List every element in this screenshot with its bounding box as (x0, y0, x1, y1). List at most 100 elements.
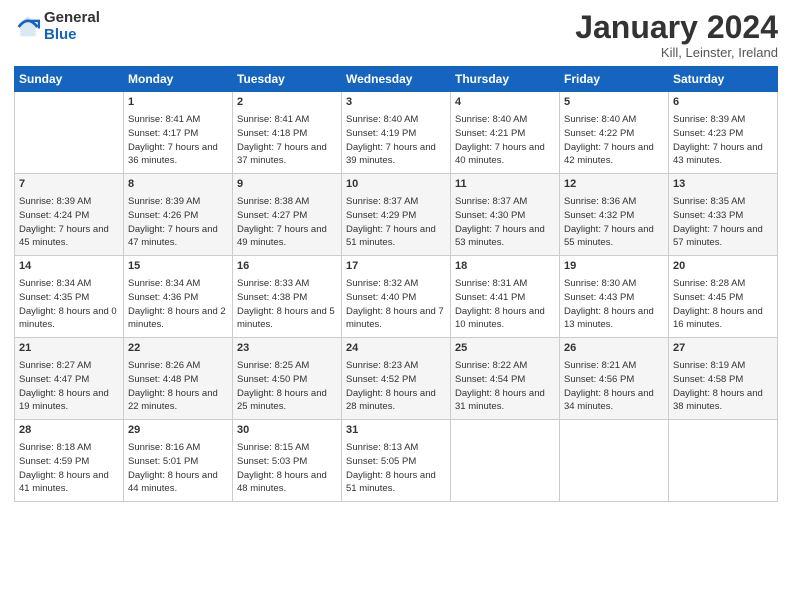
cell-content: 8Sunrise: 8:39 AMSunset: 4:26 PMDaylight… (128, 177, 228, 250)
calendar-cell: 13Sunrise: 8:35 AMSunset: 4:33 PMDayligh… (669, 174, 778, 256)
sunrise-text: Sunrise: 8:40 AM (346, 114, 418, 125)
cell-content: 15Sunrise: 8:34 AMSunset: 4:36 PMDayligh… (128, 259, 228, 332)
day-number: 11 (455, 177, 555, 193)
sunrise-text: Sunrise: 8:37 AM (455, 196, 527, 207)
sunset-text: Sunset: 4:21 PM (455, 128, 525, 139)
sunset-text: Sunset: 4:33 PM (673, 210, 743, 221)
header-cell-thursday: Thursday (451, 67, 560, 92)
sunset-text: Sunset: 4:40 PM (346, 292, 416, 303)
daylight-text: Daylight: 7 hours and 47 minutes. (128, 224, 218, 249)
sunset-text: Sunset: 4:54 PM (455, 374, 525, 385)
sunrise-text: Sunrise: 8:30 AM (564, 278, 636, 289)
daylight-text: Daylight: 8 hours and 48 minutes. (237, 470, 327, 495)
calendar-body: 1Sunrise: 8:41 AMSunset: 4:17 PMDaylight… (15, 92, 778, 502)
sunset-text: Sunset: 4:45 PM (673, 292, 743, 303)
daylight-text: Daylight: 7 hours and 43 minutes. (673, 142, 763, 167)
calendar-cell: 17Sunrise: 8:32 AMSunset: 4:40 PMDayligh… (342, 256, 451, 338)
day-number: 7 (19, 177, 119, 193)
daylight-text: Daylight: 7 hours and 42 minutes. (564, 142, 654, 167)
sunrise-text: Sunrise: 8:22 AM (455, 360, 527, 371)
daylight-text: Daylight: 8 hours and 28 minutes. (346, 388, 436, 413)
sunrise-text: Sunrise: 8:23 AM (346, 360, 418, 371)
cell-content: 30Sunrise: 8:15 AMSunset: 5:03 PMDayligh… (237, 423, 337, 496)
logo-icon (14, 13, 42, 41)
calendar-cell: 12Sunrise: 8:36 AMSunset: 4:32 PMDayligh… (560, 174, 669, 256)
cell-content: 4Sunrise: 8:40 AMSunset: 4:21 PMDaylight… (455, 95, 555, 168)
day-number: 10 (346, 177, 446, 193)
calendar-cell: 4Sunrise: 8:40 AMSunset: 4:21 PMDaylight… (451, 92, 560, 174)
cell-content: 16Sunrise: 8:33 AMSunset: 4:38 PMDayligh… (237, 259, 337, 332)
sunrise-text: Sunrise: 8:28 AM (673, 278, 745, 289)
cell-content: 11Sunrise: 8:37 AMSunset: 4:30 PMDayligh… (455, 177, 555, 250)
day-number: 18 (455, 259, 555, 275)
day-number: 6 (673, 95, 773, 111)
main-container: General Blue January 2024 Kill, Leinster… (0, 0, 792, 612)
calendar-cell: 10Sunrise: 8:37 AMSunset: 4:29 PMDayligh… (342, 174, 451, 256)
header-cell-saturday: Saturday (669, 67, 778, 92)
sunrise-text: Sunrise: 8:25 AM (237, 360, 309, 371)
day-number: 20 (673, 259, 773, 275)
sunrise-text: Sunrise: 8:32 AM (346, 278, 418, 289)
cell-content: 13Sunrise: 8:35 AMSunset: 4:33 PMDayligh… (673, 177, 773, 250)
day-number: 15 (128, 259, 228, 275)
sunrise-text: Sunrise: 8:15 AM (237, 442, 309, 453)
daylight-text: Daylight: 8 hours and 31 minutes. (455, 388, 545, 413)
day-number: 17 (346, 259, 446, 275)
calendar-cell: 1Sunrise: 8:41 AMSunset: 4:17 PMDaylight… (124, 92, 233, 174)
week-row-0: 1Sunrise: 8:41 AMSunset: 4:17 PMDaylight… (15, 92, 778, 174)
sunrise-text: Sunrise: 8:38 AM (237, 196, 309, 207)
sunrise-text: Sunrise: 8:39 AM (19, 196, 91, 207)
day-number: 23 (237, 341, 337, 357)
sunrise-text: Sunrise: 8:16 AM (128, 442, 200, 453)
cell-content: 7Sunrise: 8:39 AMSunset: 4:24 PMDaylight… (19, 177, 119, 250)
day-number: 26 (564, 341, 664, 357)
day-number: 12 (564, 177, 664, 193)
day-number: 24 (346, 341, 446, 357)
sunrise-text: Sunrise: 8:27 AM (19, 360, 91, 371)
calendar-cell: 2Sunrise: 8:41 AMSunset: 4:18 PMDaylight… (233, 92, 342, 174)
title-area: January 2024 Kill, Leinster, Ireland (575, 10, 778, 60)
sunset-text: Sunset: 4:32 PM (564, 210, 634, 221)
sunrise-text: Sunrise: 8:31 AM (455, 278, 527, 289)
calendar-cell: 18Sunrise: 8:31 AMSunset: 4:41 PMDayligh… (451, 256, 560, 338)
cell-content: 23Sunrise: 8:25 AMSunset: 4:50 PMDayligh… (237, 341, 337, 414)
sunrise-text: Sunrise: 8:40 AM (564, 114, 636, 125)
sunrise-text: Sunrise: 8:40 AM (455, 114, 527, 125)
sunset-text: Sunset: 4:26 PM (128, 210, 198, 221)
sunrise-text: Sunrise: 8:19 AM (673, 360, 745, 371)
calendar-cell: 11Sunrise: 8:37 AMSunset: 4:30 PMDayligh… (451, 174, 560, 256)
calendar-cell: 23Sunrise: 8:25 AMSunset: 4:50 PMDayligh… (233, 338, 342, 420)
cell-content: 12Sunrise: 8:36 AMSunset: 4:32 PMDayligh… (564, 177, 664, 250)
cell-content: 9Sunrise: 8:38 AMSunset: 4:27 PMDaylight… (237, 177, 337, 250)
sunset-text: Sunset: 4:59 PM (19, 456, 89, 467)
calendar-cell: 8Sunrise: 8:39 AMSunset: 4:26 PMDaylight… (124, 174, 233, 256)
calendar-cell: 20Sunrise: 8:28 AMSunset: 4:45 PMDayligh… (669, 256, 778, 338)
day-number: 9 (237, 177, 337, 193)
daylight-text: Daylight: 7 hours and 45 minutes. (19, 224, 109, 249)
daylight-text: Daylight: 7 hours and 36 minutes. (128, 142, 218, 167)
calendar-cell: 22Sunrise: 8:26 AMSunset: 4:48 PMDayligh… (124, 338, 233, 420)
logo-general: General (44, 10, 100, 27)
cell-content: 19Sunrise: 8:30 AMSunset: 4:43 PMDayligh… (564, 259, 664, 332)
calendar-cell (15, 92, 124, 174)
calendar-cell (560, 420, 669, 502)
daylight-text: Daylight: 8 hours and 44 minutes. (128, 470, 218, 495)
daylight-text: Daylight: 7 hours and 53 minutes. (455, 224, 545, 249)
cell-content: 5Sunrise: 8:40 AMSunset: 4:22 PMDaylight… (564, 95, 664, 168)
sunrise-text: Sunrise: 8:39 AM (673, 114, 745, 125)
sunset-text: Sunset: 4:48 PM (128, 374, 198, 385)
sunset-text: Sunset: 5:03 PM (237, 456, 307, 467)
calendar-cell: 31Sunrise: 8:13 AMSunset: 5:05 PMDayligh… (342, 420, 451, 502)
day-number: 8 (128, 177, 228, 193)
calendar-cell: 19Sunrise: 8:30 AMSunset: 4:43 PMDayligh… (560, 256, 669, 338)
daylight-text: Daylight: 8 hours and 2 minutes. (128, 306, 226, 331)
sunrise-text: Sunrise: 8:18 AM (19, 442, 91, 453)
day-number: 2 (237, 95, 337, 111)
day-number: 22 (128, 341, 228, 357)
cell-content: 27Sunrise: 8:19 AMSunset: 4:58 PMDayligh… (673, 341, 773, 414)
logo-text: General Blue (44, 10, 100, 43)
month-title: January 2024 (575, 10, 778, 45)
calendar-cell: 26Sunrise: 8:21 AMSunset: 4:56 PMDayligh… (560, 338, 669, 420)
sunrise-text: Sunrise: 8:41 AM (128, 114, 200, 125)
sunset-text: Sunset: 4:47 PM (19, 374, 89, 385)
